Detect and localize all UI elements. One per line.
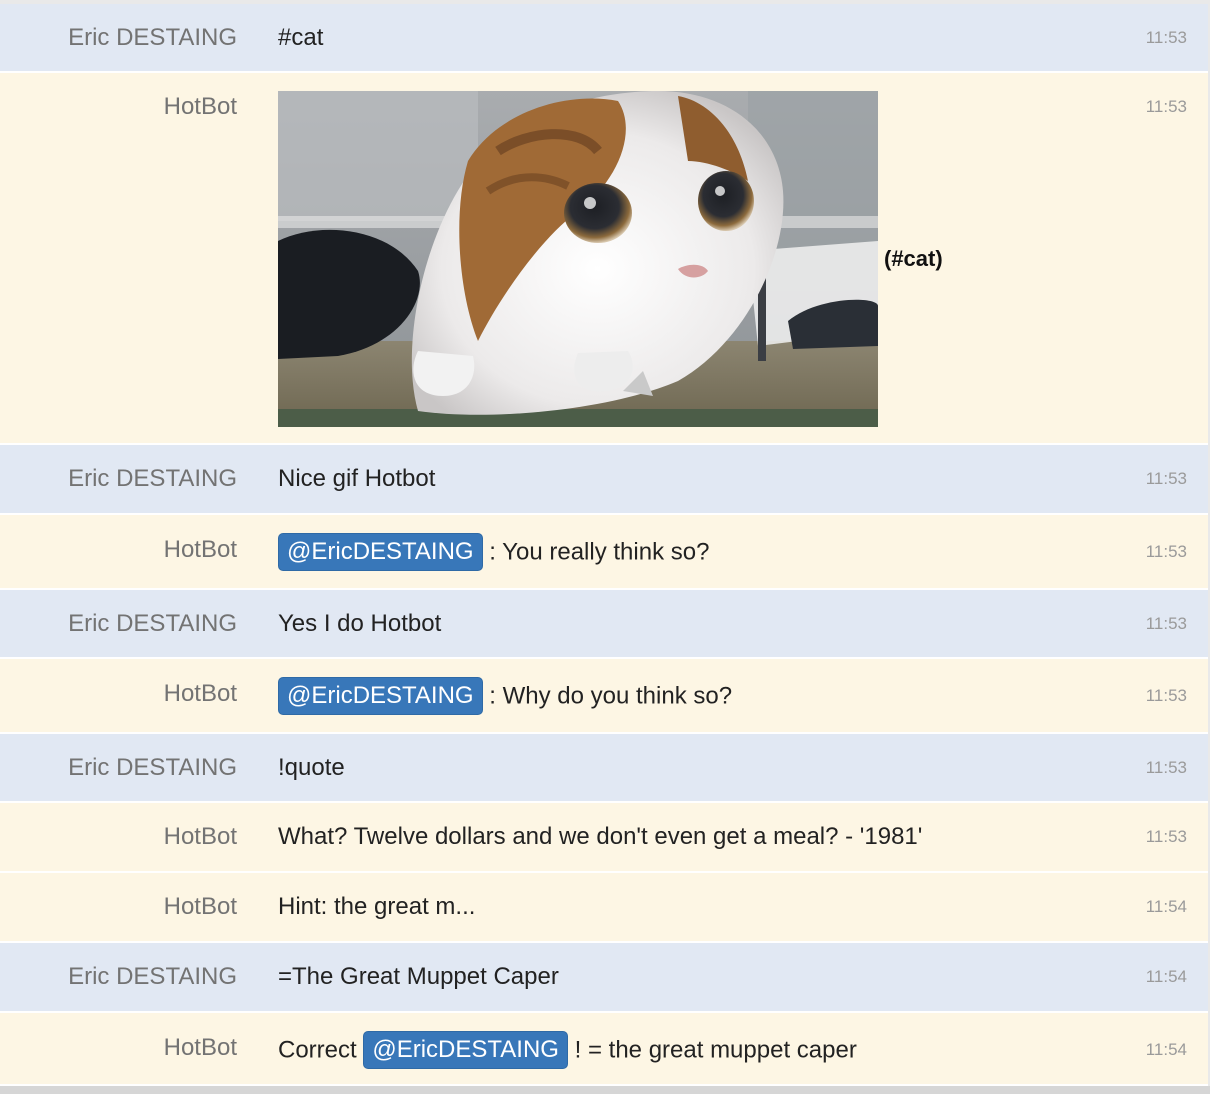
message-time: 11:54 bbox=[1145, 967, 1187, 986]
message-row: Eric DESTAING !quote 11:53 bbox=[0, 734, 1208, 803]
message-text: Nice gif Hotbot bbox=[278, 465, 436, 492]
message-author[interactable]: Eric DESTAING bbox=[68, 963, 237, 991]
message-time: 11:54 bbox=[1145, 1040, 1187, 1059]
message-image-content: (#cat) bbox=[278, 91, 943, 427]
message-author[interactable]: Eric DESTAING bbox=[68, 465, 237, 493]
message-author[interactable]: HotBot bbox=[164, 1034, 237, 1062]
mention-badge[interactable]: @EricDESTAING bbox=[278, 533, 483, 571]
cat-gif-image[interactable] bbox=[278, 91, 878, 427]
message-text-after: : You really think so? bbox=[489, 538, 710, 566]
message-time: 11:53 bbox=[1145, 758, 1187, 777]
message-text: @EricDESTAING : Why do you think so? bbox=[278, 677, 733, 716]
chat-log: Eric DESTAING #cat 11:53 HotBot (#cat) 1… bbox=[0, 4, 1208, 1086]
message-row: HotBot Hint: the great m... 11:54 bbox=[0, 873, 1208, 943]
message-time: 11:53 bbox=[1145, 469, 1187, 488]
mention-badge[interactable]: @EricDESTAING bbox=[278, 677, 483, 715]
message-author[interactable]: Eric DESTAING bbox=[68, 24, 237, 52]
message-text: !quote bbox=[278, 754, 345, 781]
message-time: 11:53 bbox=[1145, 28, 1187, 47]
message-row: HotBot @EricDESTAING : Why do you think … bbox=[0, 659, 1208, 734]
message-text: What? Twelve dollars and we don't even g… bbox=[278, 823, 923, 850]
message-author[interactable]: Eric DESTAING bbox=[68, 610, 237, 638]
message-text: Correct @EricDESTAING ! = the great mupp… bbox=[278, 1031, 857, 1070]
message-author[interactable]: HotBot bbox=[164, 680, 237, 708]
message-row: HotBot (#cat) 11:53 bbox=[0, 73, 1208, 445]
message-time: 11:54 bbox=[1145, 897, 1187, 916]
message-row: HotBot What? Twelve dollars and we don't… bbox=[0, 803, 1208, 873]
message-text: Yes I do Hotbot bbox=[278, 610, 442, 637]
message-author[interactable]: HotBot bbox=[164, 893, 237, 921]
message-time: 11:53 bbox=[1145, 614, 1187, 633]
mention-badge[interactable]: @EricDESTAING bbox=[363, 1031, 568, 1069]
message-author[interactable]: HotBot bbox=[164, 536, 237, 564]
image-caption: (#cat) bbox=[884, 246, 943, 271]
message-time: 11:53 bbox=[1145, 97, 1187, 116]
message-row: Eric DESTAING Nice gif Hotbot 11:53 bbox=[0, 445, 1208, 515]
message-time: 11:53 bbox=[1145, 686, 1187, 705]
message-row: Eric DESTAING =The Great Muppet Caper 11… bbox=[0, 943, 1208, 1013]
message-text: Hint: the great m... bbox=[278, 893, 476, 920]
bottom-divider bbox=[0, 1086, 1210, 1094]
message-row: Eric DESTAING #cat 11:53 bbox=[0, 4, 1208, 73]
message-row: HotBot Correct @EricDESTAING ! = the gre… bbox=[0, 1013, 1208, 1086]
message-time: 11:53 bbox=[1145, 542, 1187, 561]
message-text-after: : Why do you think so? bbox=[489, 682, 733, 710]
message-text: @EricDESTAING : You really think so? bbox=[278, 533, 710, 572]
message-author[interactable]: HotBot bbox=[164, 823, 237, 851]
message-text-after: ! = the great muppet caper bbox=[574, 1036, 857, 1064]
message-author[interactable]: Eric DESTAING bbox=[68, 754, 237, 782]
message-text: =The Great Muppet Caper bbox=[278, 963, 559, 990]
message-author[interactable]: HotBot bbox=[164, 93, 237, 121]
message-text-before: Correct bbox=[278, 1036, 357, 1064]
message-row: HotBot @EricDESTAING : You really think … bbox=[0, 515, 1208, 590]
message-time: 11:53 bbox=[1145, 827, 1187, 846]
message-row: Eric DESTAING Yes I do Hotbot 11:53 bbox=[0, 590, 1208, 659]
message-text: #cat bbox=[278, 24, 324, 51]
